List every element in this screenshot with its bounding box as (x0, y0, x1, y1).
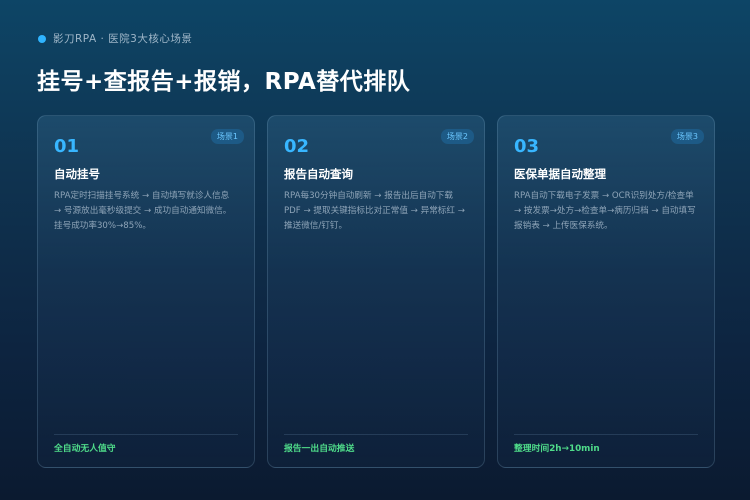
scenario-badge: 场景3 (670, 129, 704, 144)
scenario-card-3: 场景3 03 医保单据自动整理 RPA自动下载电子发票 → OCR识别处方/检查… (497, 115, 715, 468)
header-tag-text: 影刀RPA · 医院3大核心场景 (53, 33, 193, 45)
header-tag: 影刀RPA · 医院3大核心场景 (38, 31, 192, 46)
bullet-dot-icon (38, 34, 46, 43)
scenario-cards: 场景1 01 自动挂号 RPA定时扫描挂号系统 → 自动填写就诊人信息 → 号源… (37, 115, 715, 468)
card-title: 报告自动查询 (284, 167, 353, 181)
scenario-badge: 场景1 (210, 129, 244, 144)
card-divider (514, 434, 698, 435)
card-divider (284, 434, 468, 435)
page-title: 挂号+查报告+报销，RPA替代排队 (37, 69, 411, 95)
card-footer: 整理时间2h→10min (514, 444, 600, 454)
card-description: RPA自动下载电子发票 → OCR识别处方/检查单 → 按发票→处方→检查单→病… (514, 191, 696, 231)
card-footer: 全自动无人值守 (54, 444, 116, 454)
card-title: 自动挂号 (54, 167, 100, 181)
scenario-card-2: 场景2 02 报告自动查询 RPA每30分钟自动刷新 → 报告出后自动下载PDF… (267, 115, 485, 468)
scenario-badge: 场景2 (440, 129, 474, 144)
card-title: 医保单据自动整理 (514, 167, 606, 181)
card-description: RPA每30分钟自动刷新 → 报告出后自动下载PDF → 提取关键指标比对正常值… (284, 191, 465, 231)
scenario-card-1: 场景1 01 自动挂号 RPA定时扫描挂号系统 → 自动填写就诊人信息 → 号源… (37, 115, 255, 468)
card-footer: 报告一出自动推送 (284, 444, 355, 454)
card-description: RPA定时扫描挂号系统 → 自动填写就诊人信息 → 号源放出毫秒级提交 → 成功… (54, 191, 232, 231)
card-divider (54, 434, 238, 435)
